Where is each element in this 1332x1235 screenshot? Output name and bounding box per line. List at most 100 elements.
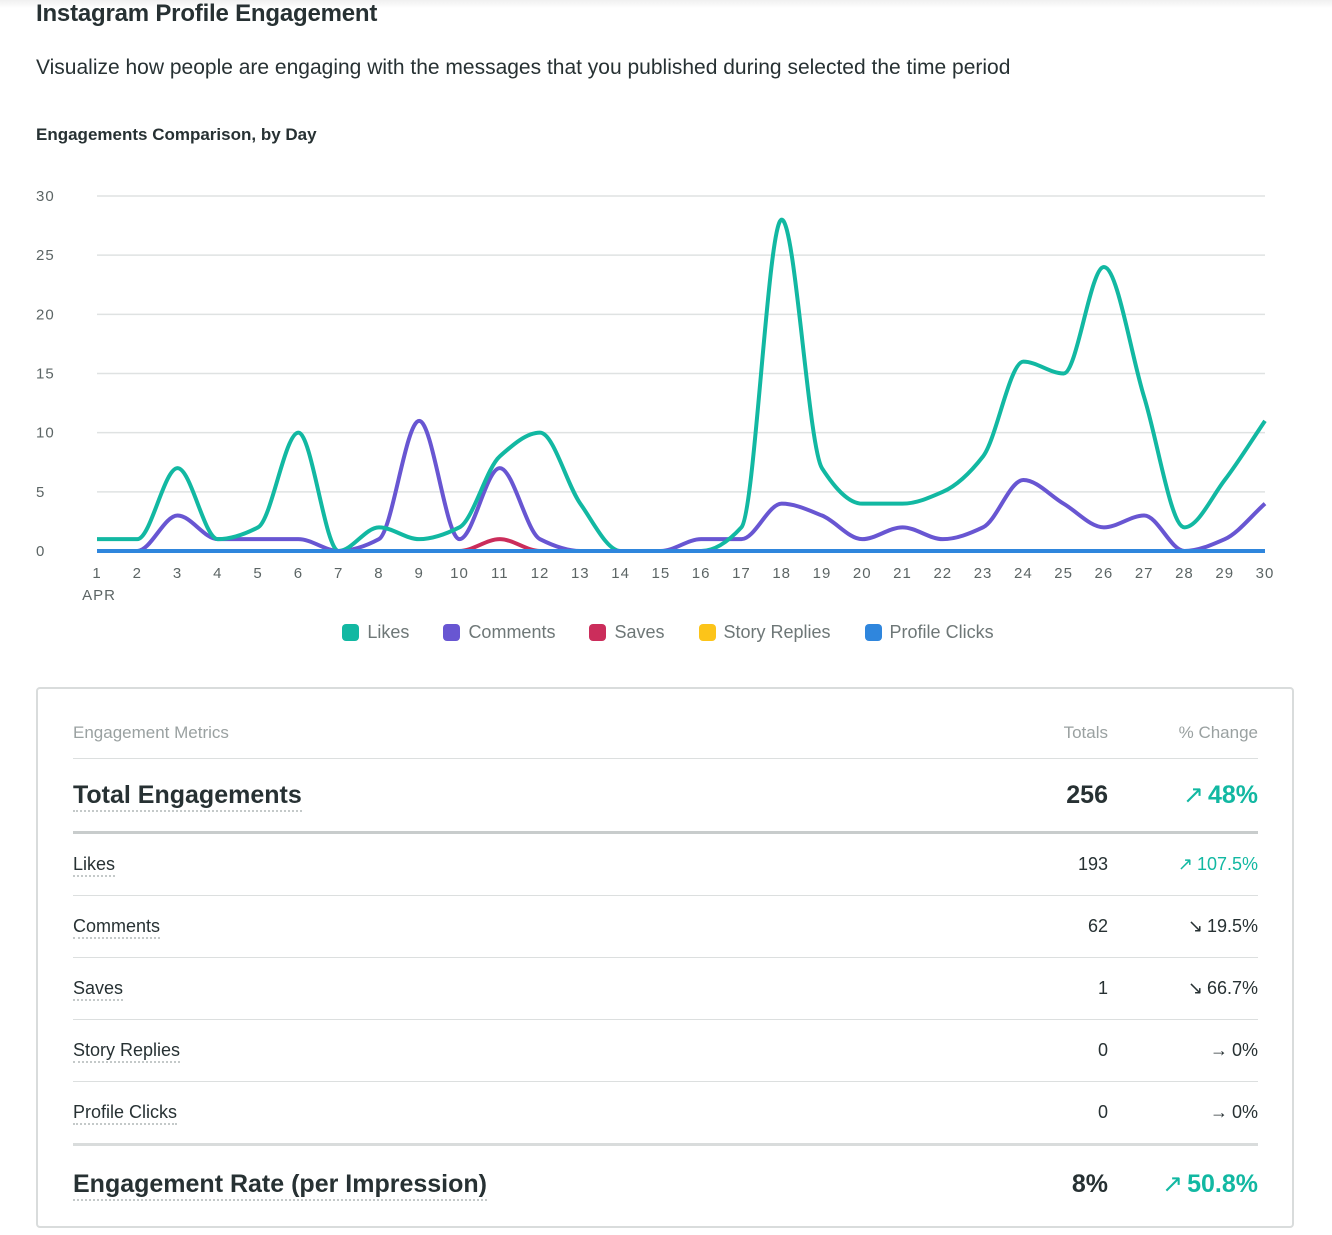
y-tick-label: 0: [36, 543, 45, 560]
x-tick-label: 15: [652, 565, 671, 582]
x-tick-label: 12: [531, 565, 550, 582]
x-tick-label: 4: [213, 565, 222, 582]
total-engagements-label[interactable]: Total Engagements: [73, 780, 302, 812]
legend-item-profile-clicks[interactable]: Profile Clicks: [864, 622, 994, 643]
metric-total: 0: [1097, 1040, 1108, 1060]
metric-row-likes: Likes 193 ↗ 107.5%: [73, 834, 1258, 896]
y-tick-label: 25: [36, 247, 55, 264]
trend-flat-icon: →: [1209, 1040, 1228, 1060]
change-value: 50.8%: [1187, 1170, 1258, 1198]
metric-change: ↗ 107.5%: [1108, 854, 1258, 875]
x-tick-label: 14: [611, 565, 630, 582]
x-tick-label: 1: [92, 565, 101, 582]
x-tick-label: 25: [1054, 565, 1073, 582]
legend-swatch-icon: [698, 624, 716, 641]
x-tick-label: 10: [450, 565, 469, 582]
trend-flat-icon: →: [1209, 1102, 1228, 1122]
chart-legend: Likes Comments Saves Story Replies Profile C…: [0, 622, 1332, 643]
x-month-label: APR: [82, 587, 116, 604]
x-tick-label: 22: [933, 565, 952, 582]
y-tick-label: 20: [36, 306, 55, 323]
series-line-comments[interactable]: [97, 418, 1267, 553]
metric-total: 0: [1097, 1102, 1108, 1122]
legend-label: Profile Clicks: [889, 622, 994, 642]
legend-swatch-icon: [342, 624, 360, 641]
metric-total: 1: [1097, 978, 1108, 998]
change-value: 66.7%: [1206, 978, 1258, 998]
y-tick-label: 15: [36, 366, 55, 383]
legend-swatch-icon: [443, 624, 461, 641]
metric-change: ↘ 66.7%: [1108, 978, 1258, 999]
legend-item-saves[interactable]: Saves: [589, 622, 665, 643]
change-value: 0%: [1231, 1102, 1258, 1122]
trend-down-icon: ↘: [1187, 916, 1203, 936]
x-tick-label: 20: [853, 565, 872, 582]
x-tick-label: 26: [1095, 565, 1114, 582]
header-change: % Change: [1178, 722, 1258, 742]
engagement-rate-value: 8%: [1071, 1169, 1108, 1198]
legend-label: Story Replies: [723, 622, 831, 642]
engagement-rate-label[interactable]: Engagement Rate (per Impression): [73, 1169, 487, 1201]
metrics-card: Engagement Metrics Totals % Change Total…: [36, 687, 1294, 1228]
total-engagements-value: 256: [1066, 780, 1108, 809]
y-tick-label: 10: [36, 425, 55, 442]
x-tick-label: 7: [334, 565, 343, 582]
change-value: 19.5%: [1206, 916, 1258, 936]
legend-label: Comments: [468, 622, 556, 642]
header-totals: Totals: [1063, 722, 1108, 742]
metric-total: 62: [1087, 916, 1108, 936]
metric-label[interactable]: Saves: [73, 978, 124, 1001]
metric-row-comments: Comments 62 ↘ 19.5%: [73, 896, 1258, 958]
x-tick-label: 8: [374, 565, 383, 582]
metric-label[interactable]: Comments: [73, 916, 161, 939]
x-tick-label: 29: [1215, 565, 1234, 582]
trend-up-icon: ↗: [1177, 854, 1193, 874]
chart-title: Engagements Comparison, by Day: [36, 125, 317, 144]
x-tick-label: 17: [732, 565, 751, 582]
engagement-rate-change: ↗ 50.8%: [1108, 1169, 1258, 1199]
metric-row-saves: Saves 1 ↘ 66.7%: [73, 958, 1258, 1020]
metrics-table: Engagement Metrics Totals % Change Total…: [73, 689, 1258, 1222]
metric-label[interactable]: Profile Clicks: [73, 1102, 178, 1125]
legend-item-story-replies[interactable]: Story Replies: [698, 622, 831, 643]
metric-change: ↘ 19.5%: [1108, 916, 1258, 937]
x-tick-label: 18: [772, 565, 791, 582]
page-title: Instagram Profile Engagement: [36, 0, 378, 27]
x-tick-label: 23: [974, 565, 993, 582]
engagement-line-chart: 051015202530 1 2 3 4 5 6 7 8 9 10 11 12 13 14 15 16 17 18…: [36, 188, 1275, 604]
series-lines: [96, 217, 1267, 553]
x-tick-label: 2: [133, 565, 142, 582]
grid-lines: [97, 195, 1265, 493]
change-value: 48%: [1207, 781, 1258, 809]
change-value: 107.5%: [1196, 854, 1258, 874]
x-tick-label: 3: [173, 565, 182, 582]
legend-label: Saves: [614, 622, 665, 642]
x-tick-label: 27: [1135, 565, 1154, 582]
x-tick-label: 21: [893, 565, 912, 582]
x-tick-label: 13: [571, 565, 590, 582]
x-axis: 1 2 3 4 5 6 7 8 9 10 11 12 13 14 15 16 17 18 19 20 21 22 23 24 2…: [82, 565, 1275, 604]
x-tick-label: 24: [1014, 565, 1033, 582]
x-tick-label: 5: [253, 565, 262, 582]
metric-row-story-replies: Story Replies 0 → 0%: [73, 1020, 1258, 1082]
header-metrics: Engagement Metrics: [73, 722, 229, 742]
legend-item-comments[interactable]: Comments: [443, 622, 555, 643]
change-value: 0%: [1231, 1040, 1258, 1060]
series-line-likes[interactable]: [96, 217, 1267, 553]
metric-label[interactable]: Story Replies: [73, 1040, 181, 1063]
x-tick-label: 30: [1256, 565, 1275, 582]
x-tick-label: 19: [813, 565, 832, 582]
x-tick-label: 28: [1175, 565, 1194, 582]
legend-item-likes[interactable]: Likes: [342, 622, 409, 643]
legend-label: Likes: [367, 622, 410, 642]
metric-row-profile-clicks: Profile Clicks 0 → 0%: [73, 1082, 1258, 1146]
total-engagements-change: ↗ 48%: [1108, 780, 1258, 810]
metric-label[interactable]: Likes: [73, 854, 116, 877]
trend-up-icon: ↗: [1183, 781, 1204, 809]
y-axis: 0 5 10 15 20 25 30: [36, 188, 55, 560]
metric-change: → 0%: [1108, 1040, 1258, 1061]
y-tick-label: 5: [36, 484, 45, 501]
metric-total: 193: [1077, 854, 1108, 874]
total-engagements-row: Total Engagements 256 ↗ 48%: [73, 759, 1258, 834]
engagement-rate-row: Engagement Rate (per Impression) 8% ↗ 50.…: [73, 1146, 1258, 1222]
